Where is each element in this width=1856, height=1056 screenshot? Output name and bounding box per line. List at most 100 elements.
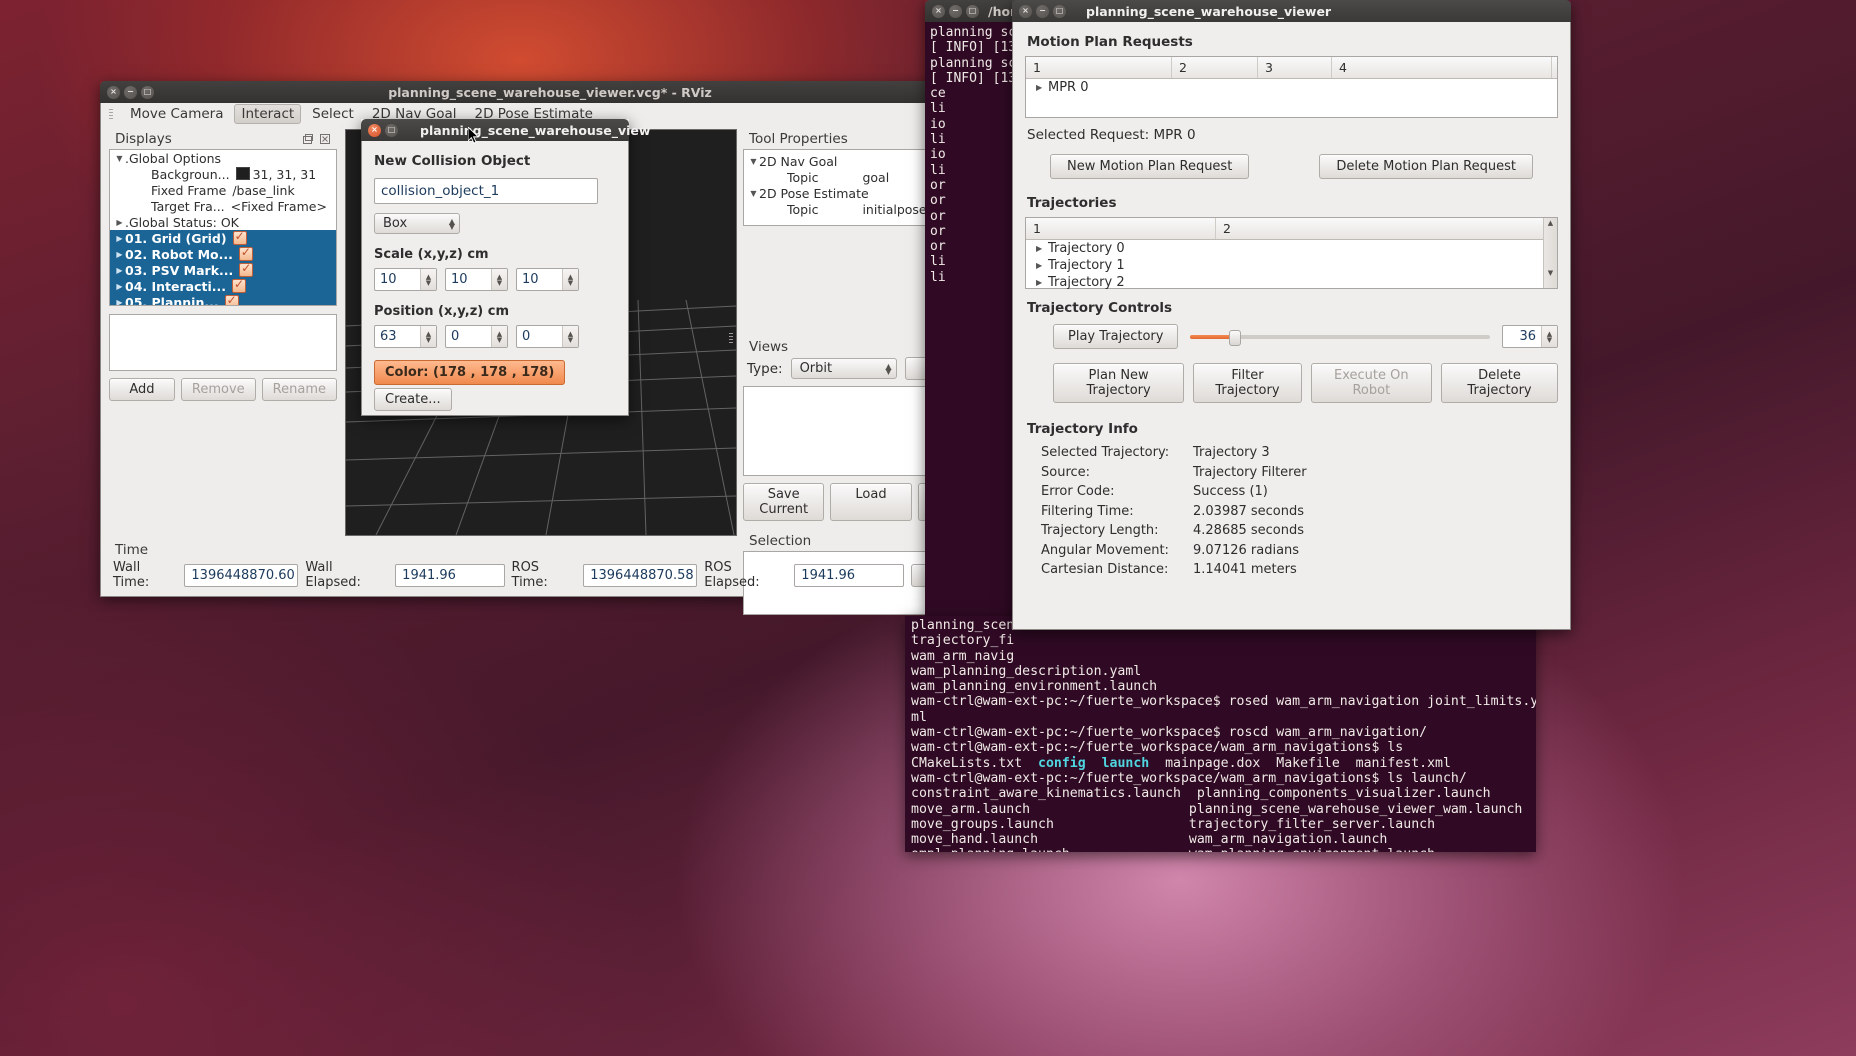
table-column-header[interactable]: 3 bbox=[1258, 57, 1332, 78]
spinner-arrows-icon[interactable]: ▲ ▼ bbox=[562, 326, 578, 347]
chevron-right-icon[interactable]: ▶ bbox=[1036, 278, 1042, 287]
display-tree-item[interactable]: Target Fra... <Fixed Frame> bbox=[110, 198, 336, 214]
mpr-table[interactable]: 1234 ▶ MPR 0 bbox=[1025, 56, 1558, 118]
minimize-icon[interactable]: − bbox=[124, 85, 137, 99]
trajectory-point-spinner[interactable]: 36 ▲ ▼ bbox=[1502, 325, 1558, 348]
new-motion-plan-request-button[interactable]: New Motion Plan Request bbox=[1050, 154, 1250, 179]
save-current-button[interactable]: Save Current bbox=[743, 483, 825, 521]
display-enabled-checkbox[interactable] bbox=[224, 293, 239, 305]
chevron-right-icon[interactable]: ▶ bbox=[114, 298, 125, 306]
close-icon[interactable]: × bbox=[1019, 4, 1032, 18]
chevron-right-icon[interactable]: ▶ bbox=[114, 266, 125, 275]
execute-on-robot-button[interactable]: Execute On Robot bbox=[1310, 363, 1433, 403]
close-panel-icon[interactable] bbox=[319, 133, 331, 145]
wall-time-field[interactable]: 1396448870.60 bbox=[184, 563, 299, 587]
table-column-header[interactable]: 4 bbox=[1332, 57, 1552, 78]
remove-button[interactable]: Remove bbox=[180, 378, 256, 401]
chevron-right-icon[interactable]: ▶ bbox=[114, 218, 125, 227]
play-trajectory-button[interactable]: Play Trajectory bbox=[1053, 324, 1179, 349]
maximize-icon[interactable]: □ bbox=[1053, 4, 1066, 18]
chevron-right-icon[interactable]: ▶ bbox=[114, 234, 125, 243]
terminal-window-main[interactable]: planning_scen trajectory_fi wam_arm_navig w… bbox=[905, 616, 1536, 852]
table-row[interactable]: ▶ MPR 0 bbox=[1026, 79, 1557, 96]
display-tree-item[interactable]: ▼ .Global Options bbox=[110, 150, 336, 166]
wall-elapsed-field[interactable]: 1941.96 bbox=[395, 563, 505, 587]
new-collision-object-dialog[interactable]: × □ planning_scene_warehouse_view New Co… bbox=[361, 119, 650, 416]
toolbar-grip[interactable] bbox=[109, 109, 113, 120]
plan-new-trajectory-button[interactable]: Plan New Trajectory bbox=[1053, 363, 1185, 403]
tool-interact[interactable]: Interact bbox=[234, 104, 302, 124]
window-buttons[interactable]: × □ bbox=[361, 123, 398, 137]
display-tree-item[interactable]: ▶ 01. Grid (Grid) bbox=[110, 229, 336, 246]
display-tree-item[interactable]: ▶ 03. PSV Mark... bbox=[110, 261, 336, 278]
chevron-right-icon[interactable]: ▶ bbox=[1036, 83, 1042, 92]
create-button[interactable]: Create... bbox=[374, 388, 452, 411]
warehouse-viewer-window[interactable]: × − □ planning_scene_warehouse_viewer Mo… bbox=[1012, 0, 1571, 630]
chevron-down-icon[interactable]: ▼ bbox=[748, 157, 759, 166]
minimize-icon[interactable]: − bbox=[949, 4, 962, 18]
chevron-right-icon[interactable]: ▶ bbox=[1036, 244, 1042, 253]
chevron-down-icon[interactable]: ▼ bbox=[114, 154, 125, 163]
scroll-up-icon[interactable]: ▲ bbox=[1544, 218, 1557, 228]
spinner-arrows-icon[interactable]: ▲ ▼ bbox=[1541, 326, 1557, 347]
display-tree-item[interactable]: ▶ 04. Interacti... bbox=[110, 277, 336, 294]
spinner-arrows-icon[interactable]: ▲ ▼ bbox=[420, 269, 436, 290]
close-icon[interactable]: × bbox=[932, 4, 945, 18]
trajectories-scrollbar[interactable]: ▲ ▼ bbox=[1543, 218, 1557, 288]
display-tree-item[interactable]: Backgroun... 31, 31, 31 bbox=[110, 166, 336, 182]
shape-type-combo[interactable]: Box ▲ ▼ bbox=[374, 213, 460, 234]
scale-y-spinner[interactable]: 10 ▲ ▼ bbox=[445, 268, 508, 291]
maximize-icon[interactable]: □ bbox=[966, 4, 979, 18]
window-buttons[interactable]: × − □ bbox=[1012, 4, 1066, 18]
scale-z-spinner[interactable]: 10 ▲ ▼ bbox=[516, 268, 579, 291]
trajectories-table-body[interactable]: ▶ Trajectory 0 ▶ Trajectory 1 ▶ Trajectory 2 bbox=[1026, 240, 1557, 291]
terminal-main-output[interactable]: planning_scen trajectory_fi wam_arm_navig w… bbox=[905, 616, 1536, 852]
delete-trajectory-button[interactable]: Delete Trajectory bbox=[1441, 363, 1559, 403]
viewport-resize-grip[interactable] bbox=[729, 332, 733, 345]
collision-dialog-titlebar[interactable]: × □ planning_scene_warehouse_view bbox=[361, 119, 650, 141]
spinner-arrows-icon[interactable]: ▲ ▼ bbox=[420, 326, 436, 347]
position-x-spinner[interactable]: 63 ▲ ▼ bbox=[374, 325, 437, 348]
chevron-down-icon[interactable]: ▼ bbox=[748, 189, 759, 198]
warehouse-titlebar[interactable]: × − □ planning_scene_warehouse_viewer bbox=[1012, 0, 1571, 22]
table-row[interactable]: ▶ Trajectory 2 bbox=[1026, 274, 1557, 291]
minimize-icon[interactable]: − bbox=[1036, 4, 1049, 18]
displays-tree[interactable]: ▼ .Global Options Backgroun... 31, 31, 31 Fi… bbox=[109, 149, 337, 306]
scale-x-spinner[interactable]: 10 ▲ ▼ bbox=[374, 268, 437, 291]
table-column-header[interactable]: 2 bbox=[1172, 57, 1258, 78]
color-button[interactable]: Color: (178 , 178 , 178) bbox=[374, 360, 566, 385]
ros-elapsed-field[interactable]: 1941.96 bbox=[794, 563, 904, 587]
tool-move-camera[interactable]: Move Camera bbox=[123, 104, 230, 124]
filter-trajectory-button[interactable]: Filter Trajectory bbox=[1193, 363, 1302, 403]
maximize-icon[interactable]: □ bbox=[385, 123, 398, 137]
display-tree-item[interactable]: ▶ .Global Status: OK bbox=[110, 214, 336, 230]
display-enabled-checkbox[interactable] bbox=[239, 261, 254, 277]
display-tree-item[interactable]: Fixed Frame/base_link bbox=[110, 182, 336, 198]
add-button[interactable]: Add bbox=[109, 378, 175, 401]
display-enabled-checkbox[interactable] bbox=[232, 277, 247, 293]
display-enabled-checkbox[interactable] bbox=[238, 245, 253, 261]
spinner-arrows-icon[interactable]: ▲ ▼ bbox=[491, 326, 507, 347]
mpr-table-body[interactable]: ▶ MPR 0 bbox=[1026, 79, 1557, 96]
rviz-titlebar[interactable]: × − □ planning_scene_warehouse_viewer.vc… bbox=[100, 81, 1000, 103]
trajectories-table[interactable]: 12 ▶ Trajectory 0 ▶ Trajectory 1 ▶ Trajectory… bbox=[1025, 217, 1558, 291]
table-row[interactable]: ▶ Trajectory 1 bbox=[1026, 257, 1557, 274]
table-column-header[interactable]: 1 bbox=[1026, 218, 1216, 239]
chevron-right-icon[interactable]: ▶ bbox=[114, 250, 125, 259]
rename-button[interactable]: Rename bbox=[261, 378, 337, 401]
window-buttons[interactable]: × − □ bbox=[925, 4, 979, 18]
position-z-spinner[interactable]: 0 ▲ ▼ bbox=[516, 325, 579, 348]
tool-select[interactable]: Select bbox=[305, 104, 361, 124]
chevron-right-icon[interactable]: ▶ bbox=[1036, 261, 1042, 270]
table-row[interactable]: ▶ Trajectory 0 bbox=[1026, 240, 1557, 257]
load-button[interactable]: Load bbox=[830, 483, 912, 521]
display-tree-item[interactable]: ▶ 02. Robot Mo... bbox=[110, 245, 336, 262]
spinner-arrows-icon[interactable]: ▲ ▼ bbox=[491, 269, 507, 290]
ros-time-field[interactable]: 1396448870.58 bbox=[583, 563, 698, 587]
trajectory-slider[interactable] bbox=[1190, 329, 1490, 346]
table-column-header[interactable]: 2 bbox=[1216, 218, 1546, 239]
maximize-icon[interactable]: □ bbox=[141, 85, 154, 99]
delete-motion-plan-request-button[interactable]: Delete Motion Plan Request bbox=[1319, 154, 1533, 179]
display-properties-box[interactable] bbox=[109, 314, 337, 371]
object-name-input[interactable]: collision_object_1 bbox=[374, 178, 598, 204]
